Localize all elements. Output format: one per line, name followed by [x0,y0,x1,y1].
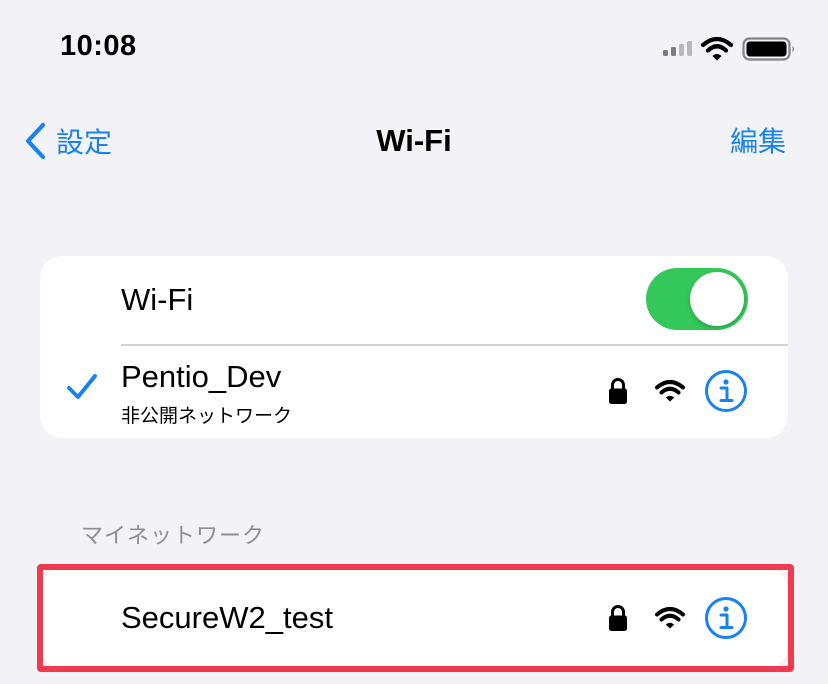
lock-icon [609,605,627,631]
info-icon[interactable] [704,369,748,413]
status-icons [663,36,796,62]
battery-icon [742,37,794,61]
wifi-icon [700,36,734,61]
lock-icon [609,378,627,404]
wifi-toggle-row: Wi-Fi [40,256,788,344]
wifi-settings-card: Wi-Fi Pentio_Dev 非公開ネットワーク [40,256,788,438]
status-time: 10:08 [60,30,137,62]
navigation-bar: 設定 Wi-Fi 編集 [0,100,828,180]
edit-button[interactable]: 編集 [730,120,786,160]
cellular-signal-icon [663,41,692,56]
connected-network-row[interactable]: Pentio_Dev 非公開ネットワーク [40,345,788,438]
wifi-signal-icon [655,380,685,402]
my-network-icons [608,596,748,640]
page-title: Wi-Fi [376,123,452,158]
checkmark-icon [67,374,97,399]
wifi-toggle-label: Wi-Fi [121,282,194,317]
connected-network-subtitle: 非公開ネットワーク [121,405,293,427]
my-network-name: SecureW2_test [121,600,333,635]
connected-network-icons [608,369,748,413]
wifi-signal-icon [655,607,685,629]
my-network-row[interactable]: SecureW2_test [40,568,788,668]
toggle-knob [690,272,744,326]
info-icon[interactable] [704,596,748,640]
my-networks-header: マイネットワーク [81,524,266,549]
wifi-toggle-switch[interactable] [646,268,748,330]
status-bar: 10:08 [0,0,828,100]
my-networks-card: SecureW2_test [40,568,788,668]
connected-network-name: Pentio_Dev [121,359,282,394]
